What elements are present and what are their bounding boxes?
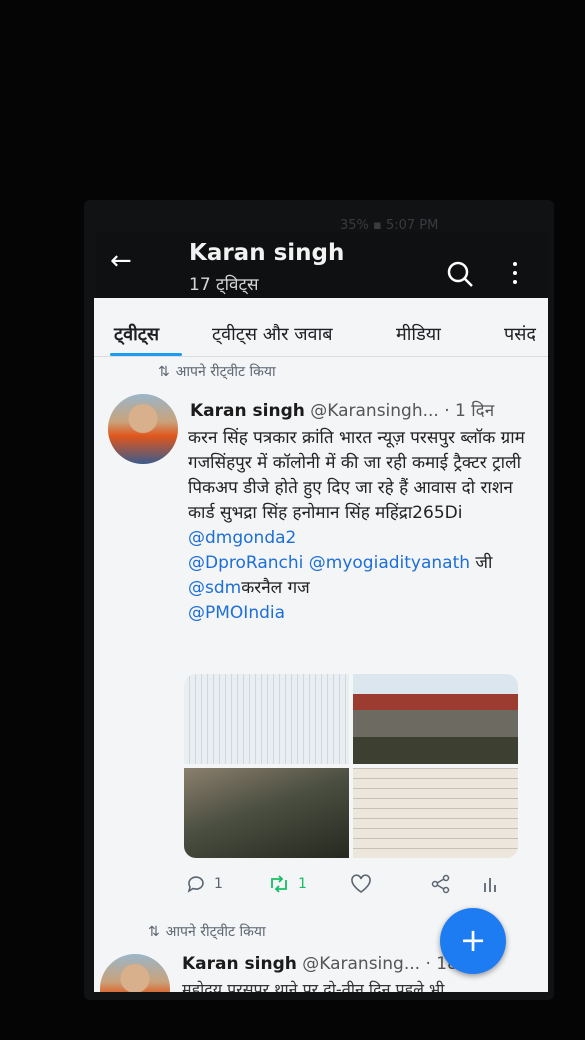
profile-tabs: ट्वीट्स ट्वीट्स और जवाब मीडिया पसंद — [94, 298, 548, 357]
mention-link[interactable]: @myogiadityanath — [309, 553, 470, 573]
retweet-icon — [271, 875, 287, 893]
share-button[interactable] — [430, 874, 452, 894]
mention-link[interactable]: @PMOIndia — [188, 603, 285, 623]
tweet-text: महोदय परसपुर थाने पर दो-तीन दिन पहले भी — [182, 980, 445, 992]
reply-button[interactable]: 1 — [186, 874, 223, 894]
tweet-time: · 1 दिन — [444, 401, 495, 421]
status-bar: 35% ▪ 5:07 PM — [340, 218, 439, 233]
display-name[interactable]: Karan singh — [182, 954, 297, 974]
back-arrow-icon[interactable]: ← — [110, 248, 132, 274]
active-tab-indicator — [110, 353, 182, 356]
reply-icon — [187, 876, 204, 893]
like-icon — [351, 874, 371, 893]
retweet-context: ⇅ आपने रीट्वीट किया — [148, 922, 266, 941]
handle: @Karansing... — [302, 954, 421, 974]
tweet-header: Karan singh @Karansing... · 18 — [182, 954, 458, 974]
retweet-icon: ⇅ — [158, 364, 170, 380]
tweet-count: 17 ट्विट्स — [189, 275, 259, 295]
media-grid — [184, 674, 518, 858]
mention-link[interactable]: @dmgonda2 — [188, 528, 296, 548]
media-image[interactable] — [353, 674, 518, 764]
media-image[interactable] — [184, 768, 349, 858]
timeline: ट्वीट्स ट्वीट्स और जवाब मीडिया पसंद ⇅ आपन… — [94, 298, 548, 992]
tab-tweets[interactable]: ट्वीट्स — [114, 322, 159, 346]
tab-likes[interactable]: पसंद — [504, 322, 536, 346]
avatar[interactable] — [100, 954, 170, 992]
tweet-header: Karan singh @Karansingh... · 1 दिन — [190, 398, 494, 421]
mention-link[interactable]: @DproRanchi — [188, 553, 303, 573]
more-vertical-icon[interactable] — [510, 262, 520, 290]
tweet-body: करन सिंह पत्रकार क्रांति भारत न्यूज़ परस… — [188, 426, 528, 626]
analytics-icon — [484, 878, 496, 892]
compose-icon[interactable]: + — [440, 908, 506, 974]
retweet-count: 1 — [298, 876, 307, 892]
tweet-text-fragment: करनैल गज — [241, 578, 310, 598]
media-image[interactable] — [353, 768, 518, 858]
display-name[interactable]: Karan singh — [190, 401, 305, 421]
media-image[interactable] — [184, 674, 349, 764]
retweet-context-label: आपने रीट्वीट किया — [175, 364, 276, 380]
tweet-text: करन सिंह पत्रकार क्रांति भारत न्यूज़ परस… — [188, 428, 525, 523]
retweet-context-label: आपने रीट्वीट किया — [165, 924, 266, 940]
tab-media[interactable]: मीडिया — [396, 322, 441, 346]
avatar[interactable] — [108, 394, 178, 464]
tab-tweets-replies[interactable]: ट्वीट्स और जवाब — [212, 322, 333, 346]
handle: @Karansingh... — [310, 401, 439, 421]
profile-title: Karan singh — [189, 240, 345, 266]
mention-link[interactable]: @sdm — [188, 578, 241, 598]
reply-count: 1 — [214, 876, 223, 892]
tweet-actions: 1 1 — [186, 874, 516, 898]
search-icon[interactable] — [446, 260, 474, 288]
tweet-text-fragment: जी — [470, 553, 493, 573]
retweet-button[interactable]: 1 — [268, 874, 307, 894]
retweet-context: ⇅ आपने रीट्वीट किया — [158, 362, 276, 381]
like-button[interactable] — [350, 874, 372, 894]
retweet-icon: ⇅ — [148, 924, 160, 940]
share-icon — [431, 874, 450, 894]
analytics-button[interactable] — [482, 874, 498, 894]
